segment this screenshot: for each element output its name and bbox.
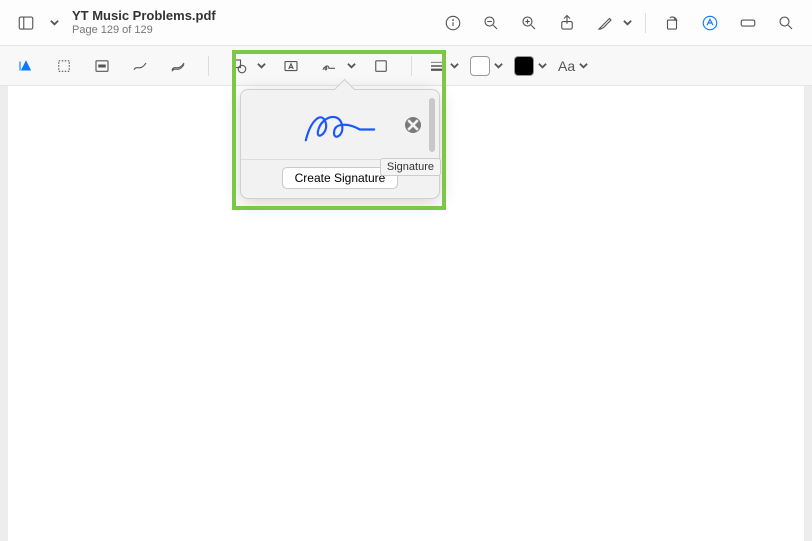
sketch-fill-tool[interactable] (164, 52, 192, 80)
zoom-out-button[interactable] (477, 9, 505, 37)
zoom-in-button[interactable] (515, 9, 543, 37)
highlight-menu-chevron[interactable] (621, 18, 633, 27)
rotate-button[interactable] (658, 9, 686, 37)
document-title: YT Music Problems.pdf (72, 8, 431, 24)
document-canvas[interactable]: Create Signature Signature (0, 86, 812, 541)
text-box-tool[interactable] (277, 52, 305, 80)
sidebar-menu-chevron[interactable] (48, 18, 60, 27)
page-indicator: Page 129 of 129 (72, 24, 431, 37)
signature-popover: Create Signature Signature (240, 89, 440, 199)
sketch-tool[interactable] (126, 52, 154, 80)
rectangular-selection-tool[interactable] (50, 52, 78, 80)
shapes-tool[interactable] (225, 52, 253, 80)
text-selection-tool[interactable] (12, 52, 40, 80)
text-style-label: Aa (558, 58, 575, 74)
markup-toolbar: Aa (0, 46, 812, 86)
signature-chevron[interactable] (345, 61, 357, 70)
shapes-chevron[interactable] (255, 61, 267, 70)
note-tool[interactable] (367, 52, 395, 80)
markup-button[interactable] (696, 9, 724, 37)
redact-tool[interactable] (88, 52, 116, 80)
fill-color-picker[interactable] (514, 56, 548, 76)
toolbar-right-cluster (439, 9, 800, 37)
stroke-color-picker[interactable] (470, 56, 504, 76)
line-style-picker[interactable] (428, 57, 460, 75)
toolbar-separator (645, 13, 646, 33)
signature-tooltip: Signature (380, 158, 441, 176)
main-toolbar: YT Music Problems.pdf Page 129 of 129 (0, 0, 812, 46)
search-button[interactable] (772, 9, 800, 37)
signature-glyph (295, 100, 385, 150)
sidebar-toggle[interactable] (12, 9, 40, 37)
markup-sep-2 (411, 56, 412, 76)
share-button[interactable] (553, 9, 581, 37)
text-style-picker[interactable]: Aa (558, 58, 589, 74)
signature-preview-row[interactable] (241, 90, 439, 160)
form-fields-button[interactable] (734, 9, 762, 37)
document-title-block: YT Music Problems.pdf Page 129 of 129 (72, 8, 431, 37)
markup-sep-1 (208, 56, 209, 76)
highlight-button[interactable] (591, 9, 619, 37)
popover-scrollbar[interactable] (429, 98, 435, 152)
info-button[interactable] (439, 9, 467, 37)
signature-tool[interactable] (315, 52, 343, 80)
delete-signature-button[interactable] (405, 117, 421, 133)
